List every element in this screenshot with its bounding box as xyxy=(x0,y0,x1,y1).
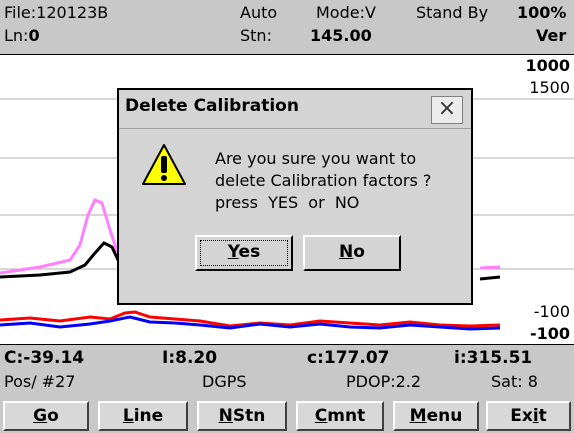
warning-icon xyxy=(142,144,186,185)
dialog-separator xyxy=(119,128,471,129)
nstn-label: Stn xyxy=(232,406,266,426)
sat-readout: Sat: 8 xyxy=(491,372,538,391)
i-upper-readout: I:8.20 xyxy=(162,348,218,368)
dialog-message-line2: delete Calibration factors ? xyxy=(215,171,432,190)
black-trace-right xyxy=(479,275,501,281)
position-readout: Pos/ #27 xyxy=(4,372,76,391)
mode-indicator: Mode:V xyxy=(316,3,376,22)
scale-second: 1500 xyxy=(529,78,570,97)
nstn-button[interactable]: NStn xyxy=(197,401,287,431)
no-button[interactable]: No xyxy=(303,235,401,271)
battery-indicator: 100% xyxy=(517,3,567,22)
exit-label-start: E xyxy=(510,406,522,426)
status-header: File:120123B Auto Mode:V Stand By 100% L… xyxy=(0,0,574,54)
exit-label-mid: x xyxy=(521,406,533,426)
pdop-readout: PDOP:2.2 xyxy=(346,372,422,391)
station-value: 145.00 xyxy=(310,26,372,45)
button-bar: Go Line NStn Cmnt Menu Exit xyxy=(0,398,574,433)
cmnt-hotkey: C xyxy=(314,406,328,426)
cmnt-label: mnt xyxy=(327,406,366,426)
file-value: 120123B xyxy=(36,3,109,22)
i-lower-readout: i:315.51 xyxy=(454,348,533,368)
line-hotkey: L xyxy=(122,406,134,426)
file-indicator: File:120123B xyxy=(4,4,108,22)
dialog-message-line1: Are you sure you want to xyxy=(215,149,417,168)
go-button[interactable]: Go xyxy=(3,401,89,431)
status-indicator: Stand By xyxy=(416,3,489,22)
c-lower-readout: c:177.07 xyxy=(307,348,390,368)
exit-button[interactable]: Exit xyxy=(486,401,571,431)
cmnt-button[interactable]: Cmnt xyxy=(296,401,384,431)
pink-trace-right xyxy=(479,265,501,270)
readout-panel: C:-39.14 I:8.20 c:177.07 i:315.51 Pos/ #… xyxy=(0,345,574,398)
dialog-message: Are you sure you want to delete Calibrat… xyxy=(215,148,465,214)
scale-bottom: -100 xyxy=(529,324,570,343)
menu-hotkey: M xyxy=(409,406,427,426)
delete-calibration-dialog: Delete Calibration × Are you sure you wa… xyxy=(117,88,473,305)
menu-button[interactable]: Menu xyxy=(393,401,479,431)
line-label: ine xyxy=(133,406,164,426)
yes-button[interactable]: Yes xyxy=(195,235,293,271)
yes-hotkey: Y xyxy=(227,242,239,262)
view-indicator: Ver xyxy=(536,26,567,45)
line-indicator: Ln:0 xyxy=(4,27,40,45)
go-hotkey: G xyxy=(33,406,48,426)
nstn-hotkey: N xyxy=(218,406,233,426)
line-value: 0 xyxy=(28,26,40,45)
menu-label: enu xyxy=(426,406,463,426)
line-button[interactable]: Line xyxy=(98,401,188,431)
dialog-title: Delete Calibration xyxy=(125,96,299,116)
yes-label: es xyxy=(238,242,261,262)
dialog-message-line3: press YES or NO xyxy=(215,193,360,212)
go-label: o xyxy=(47,406,59,426)
auto-indicator: Auto xyxy=(240,3,278,22)
no-label: o xyxy=(353,242,365,262)
line-label: Ln: xyxy=(4,26,29,45)
exit-label-end: t xyxy=(538,406,547,426)
scale-top: 1000 xyxy=(525,56,570,75)
station-label: Stn: xyxy=(240,26,272,45)
close-icon[interactable]: × xyxy=(431,96,463,124)
gps-readout: DGPS xyxy=(202,372,247,391)
no-hotkey: N xyxy=(339,242,354,262)
c-upper-readout: C:-39.14 xyxy=(4,348,85,368)
file-label: File: xyxy=(4,3,37,22)
scale-low: -100 xyxy=(533,302,570,321)
